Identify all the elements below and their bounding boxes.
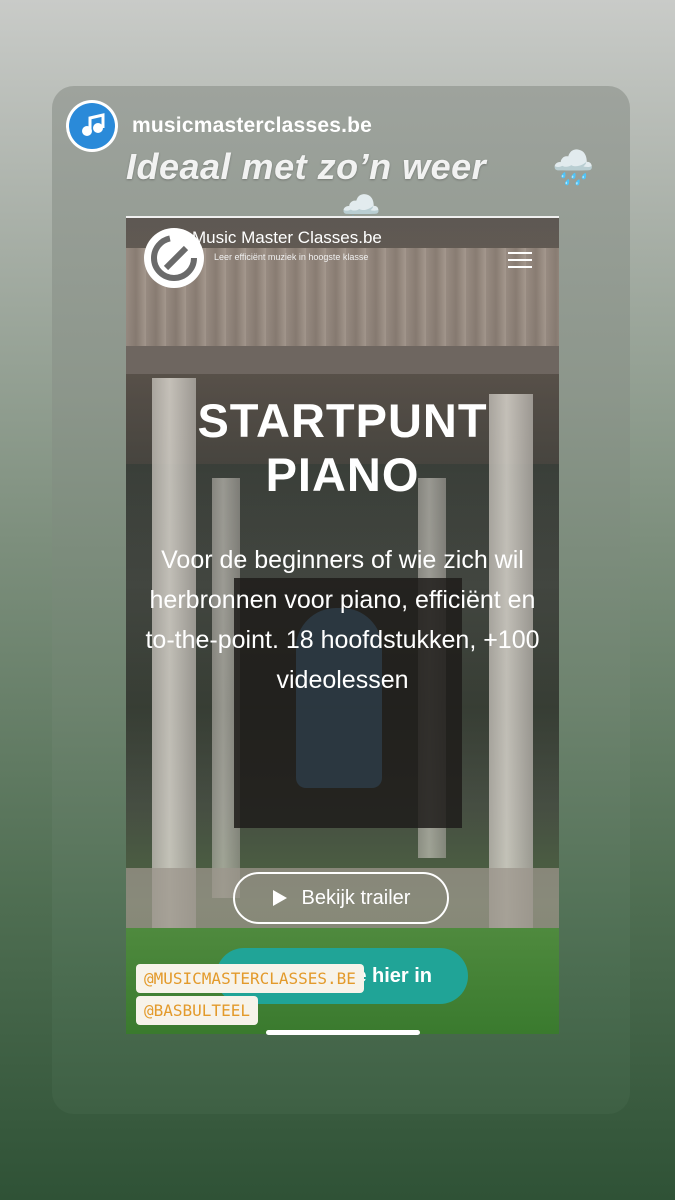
story-username[interactable]: musicmasterclasses.be [132, 114, 372, 138]
site-name[interactable]: Music Master Classes.be [192, 228, 382, 248]
hamburger-menu-icon[interactable] [508, 252, 532, 268]
story-caption: Ideaal met zo’n weer [126, 146, 487, 187]
menu-bar [508, 259, 532, 261]
rain-cloud-icon: 🌧️ [552, 149, 595, 187]
hero-description: Voor de beginners of wie zich wil herbro… [145, 546, 540, 694]
hero-title: STARTPUNT PIANO [197, 394, 488, 501]
site-tagline: Leer efficiënt muziek in hoogste klasse [214, 252, 369, 262]
mention-sticker-basbulteel[interactable]: @BASBULTEEL [136, 996, 258, 1025]
menu-bar [508, 266, 532, 268]
watch-trailer-label: Bekijk trailer [301, 886, 411, 909]
story-card: musicmasterclasses.be Ideaal met zo’n we… [52, 86, 630, 1114]
music-note-logo-icon [69, 103, 115, 149]
menu-bar [508, 252, 532, 254]
gazebo-roof-edge [126, 346, 559, 374]
website-screenshot: Music Master Classes.be Leer efficiënt m… [126, 218, 559, 1034]
home-indicator [266, 1030, 420, 1035]
play-icon [272, 890, 287, 906]
mention-sticker-musicmasterclasses[interactable]: @MUSICMASTERCLASSES.BE [136, 964, 364, 993]
site-logo-icon [151, 235, 197, 281]
watch-trailer-button[interactable]: Bekijk trailer [233, 872, 449, 924]
profile-avatar[interactable] [66, 100, 118, 152]
